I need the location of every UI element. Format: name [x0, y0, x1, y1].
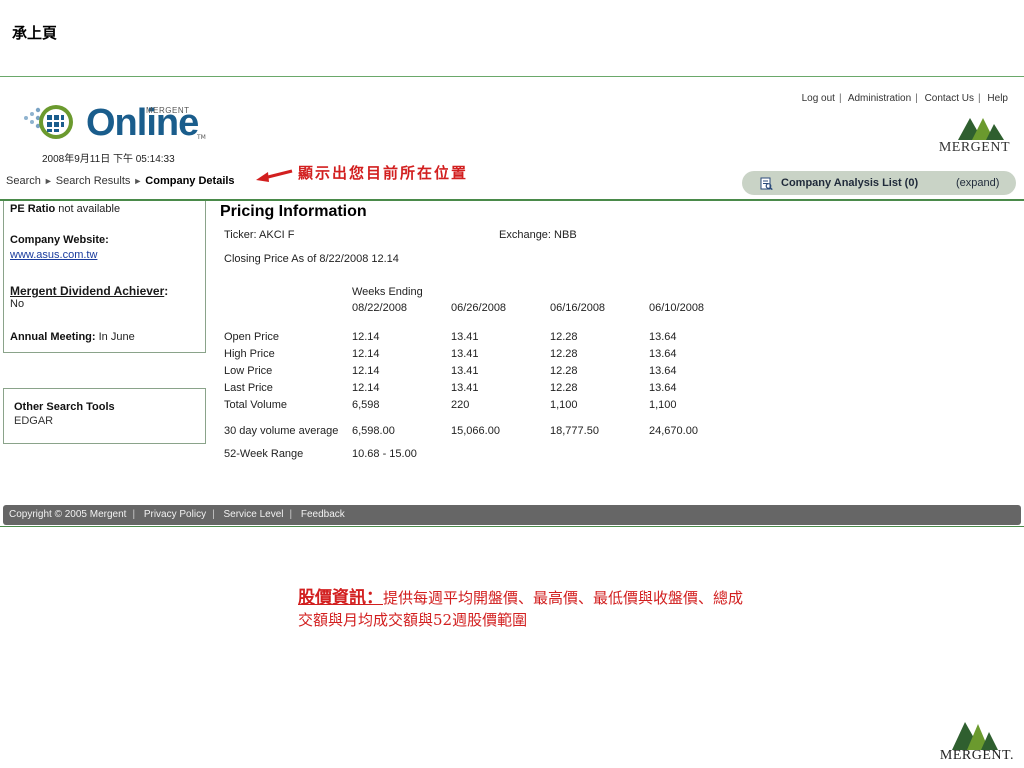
- table-cell: 13.64: [649, 348, 677, 360]
- other-search-tools-title: Other Search Tools: [14, 401, 115, 413]
- closing-price-text: Closing Price As of 8/22/2008 12.14: [224, 253, 399, 265]
- feedback-link[interactable]: Feedback: [301, 509, 345, 520]
- pricing-annotation-heading: 股價資訊：: [298, 588, 383, 608]
- dividend-achiever-colon: :: [164, 284, 169, 298]
- company-website-link[interactable]: www.asus.com.tw: [10, 249, 97, 261]
- weeks-ending-label: Weeks Ending: [352, 286, 423, 298]
- range-label: 52-Week Range: [224, 448, 304, 460]
- header-links: Log out | Administration | Contact Us | Hel…: [801, 93, 1008, 104]
- date-header: 06/10/2008: [649, 302, 705, 314]
- table-cell: 12.14: [352, 365, 380, 377]
- annotation-arrow-icon: [256, 169, 293, 182]
- expand-link[interactable]: (expand): [956, 177, 999, 189]
- table-cell: 6,598: [352, 399, 380, 411]
- breadcrumb-search[interactable]: Search: [6, 175, 41, 187]
- table-cell: 13.64: [649, 382, 677, 394]
- logo-trademark: TM: [197, 134, 206, 141]
- mergent-brand-word: MERGENT: [938, 140, 1010, 155]
- table-cell: 12.28: [550, 348, 578, 360]
- annual-meeting-line: Annual Meeting: In June: [10, 331, 135, 343]
- slide-title: 承上頁: [12, 24, 58, 42]
- row-label: Low Price: [224, 365, 273, 377]
- company-analysis-list-label[interactable]: Company Analysis List (0): [781, 177, 918, 189]
- table-cell: 12.28: [550, 382, 578, 394]
- row-label: Open Price: [224, 331, 280, 343]
- frame-top-rule: [0, 76, 1024, 77]
- row-label: Last Price: [224, 382, 273, 394]
- range-value: 10.68 - 15.00: [352, 448, 417, 460]
- privacy-policy-link[interactable]: Privacy Policy: [144, 509, 206, 520]
- logout-link[interactable]: Log out: [802, 93, 835, 104]
- edgar-link[interactable]: EDGAR: [14, 415, 53, 427]
- ticker-text: Ticker: AKCI F: [224, 229, 295, 241]
- breadcrumb-search-results[interactable]: Search Results: [56, 175, 131, 187]
- footer-rule: [0, 526, 1024, 527]
- contact-us-link[interactable]: Contact Us: [925, 93, 974, 104]
- administration-link[interactable]: Administration: [848, 93, 911, 104]
- pricing-annotation: 股價資訊：提供每週平均開盤價、最高價、最低價與收盤價、總成 交額與月均成交額與5…: [298, 587, 898, 631]
- table-cell: 1,100: [550, 399, 578, 411]
- table-cell: 12.14: [352, 348, 380, 360]
- date-header: 06/16/2008: [550, 302, 606, 314]
- table-cell: 13.64: [649, 331, 677, 343]
- location-annotation: 顯示出您目前所在位置: [298, 164, 469, 182]
- breadcrumb-current: Company Details: [145, 175, 235, 187]
- row-label: High Price: [224, 348, 275, 360]
- table-cell: 13.41: [451, 382, 479, 394]
- table-cell: 13.41: [451, 365, 479, 377]
- table-cell: 220: [451, 399, 470, 411]
- help-link[interactable]: Help: [987, 93, 1008, 104]
- table-cell: 15,066.00: [451, 425, 500, 437]
- table-cell: 13.64: [649, 365, 677, 377]
- corner-mergent-word: MERGENT.: [939, 748, 1014, 763]
- mergent-brand-logo-icon: [958, 118, 1004, 140]
- annual-meeting-label: Annual Meeting:: [10, 331, 96, 343]
- copyright-text: Copyright © 2005 Mergent: [9, 509, 127, 520]
- annual-meeting-value: In June: [98, 331, 135, 343]
- footer-links: Copyright © 2005 Mergent | Privacy Policy…: [9, 509, 345, 520]
- table-cell: 24,670.00: [649, 425, 698, 437]
- dividend-achiever-heading: Mergent Dividend Achiever:: [10, 280, 168, 299]
- pe-ratio-label: PE Ratio: [10, 203, 56, 215]
- timestamp: 2008年9月11日 下午 05:14:33: [42, 154, 175, 165]
- table-cell: 18,777.50: [550, 425, 599, 437]
- dividend-achiever-value: No: [10, 298, 25, 310]
- row-label: 30 day volume average: [224, 425, 339, 437]
- mergent-online-logo-icon: [24, 105, 73, 139]
- table-cell: 12.28: [550, 331, 578, 343]
- breadcrumb-separator-icon: ►: [133, 176, 143, 186]
- service-level-link[interactable]: Service Level: [223, 509, 283, 520]
- dividend-achiever-link[interactable]: Mergent Dividend Achiever: [10, 284, 164, 298]
- pricing-annotation-line2: 交額與月均成交額與52週股價範圍: [298, 611, 528, 629]
- date-header: 06/26/2008: [451, 302, 507, 314]
- pe-ratio-value: not available: [58, 203, 121, 215]
- company-website-label: Company Website:: [10, 234, 109, 246]
- pricing-title: Pricing Information: [220, 203, 367, 220]
- table-cell: 1,100: [649, 399, 677, 411]
- breadcrumb: Search ► Search Results ► Company Details: [6, 175, 235, 187]
- table-cell: 6,598.00: [352, 425, 395, 437]
- pricing-annotation-line1: 提供每週平均開盤價、最高價、最低價與收盤價、總成: [383, 589, 744, 607]
- table-cell: 12.28: [550, 365, 578, 377]
- date-header: 08/22/2008: [352, 302, 408, 314]
- corner-mergent-logo-icon: [952, 722, 998, 750]
- table-cell: 13.41: [451, 331, 479, 343]
- row-label: Total Volume: [224, 399, 287, 411]
- exchange-text: Exchange: NBB: [499, 229, 577, 241]
- table-cell: 12.14: [352, 331, 380, 343]
- breadcrumb-separator-icon: ►: [43, 176, 53, 186]
- logo-mergent-small: MERGENT: [146, 106, 190, 115]
- document-search-icon: [760, 177, 773, 190]
- table-cell: 13.41: [451, 348, 479, 360]
- pe-ratio-line: PE Ratio not available: [10, 203, 120, 215]
- table-cell: 12.14: [352, 382, 380, 394]
